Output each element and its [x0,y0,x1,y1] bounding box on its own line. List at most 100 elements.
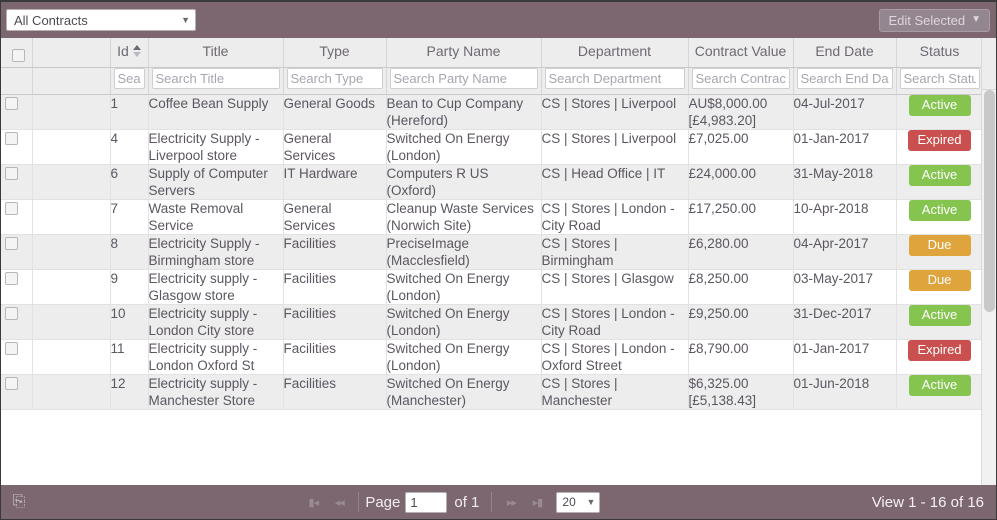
search-cell-title[interactable] [148,67,284,95]
row-title: Electricity supply - London City store [148,304,284,340]
row-checkbox-cell[interactable] [1,94,33,130]
contract-filter-select[interactable]: All Contracts ▼ [6,9,196,31]
status-badge: Expired [908,340,971,361]
row-status-cell: Due [896,234,984,270]
search-cell-id[interactable] [110,67,149,95]
previous-page-icon[interactable]: ◂◂ [326,491,352,513]
row-end-date: 10-Apr-2018 [793,199,897,235]
row-end-date: 01-Jun-2018 [793,374,897,410]
table-row[interactable]: 12 Electricity supply - Manchester Store F… [1,374,984,410]
header-contract-value[interactable]: Contract Value [688,38,794,68]
row-type: General Goods [283,94,387,130]
row-checkbox-cell[interactable] [1,374,33,410]
search-end-date-input[interactable] [796,68,893,89]
row-checkbox-cell[interactable] [1,164,33,200]
last-page-icon[interactable]: ▸▮ [524,491,550,513]
search-cell-contract-value[interactable] [688,67,794,95]
search-cell-status[interactable] [896,67,984,95]
page-size-select[interactable]: 20 ▼ [556,491,601,513]
row-department: CS | Head Office | IT [541,164,689,200]
status-badge: Active [908,200,971,221]
row-contract-value: £8,250.00 [688,269,794,305]
row-contract-value: £9,250.00 [688,304,794,340]
row-status-cell: Active [896,304,984,340]
sort-ascending-icon[interactable] [132,45,141,58]
search-status-input[interactable] [899,68,980,89]
row-title: Coffee Bean Supply [148,94,284,130]
search-cell-party[interactable] [386,67,542,95]
select-all-cell [1,38,32,67]
row-title: Electricity supply - London Oxford St [148,339,284,375]
row-checkbox-cell[interactable] [1,339,33,375]
search-cell-end-date[interactable] [793,67,897,95]
table-row[interactable]: 11 Electricity supply - London Oxford St F… [1,339,984,375]
header-id-cell: Id [111,38,148,61]
row-status-cell: Expired [896,129,984,165]
table-row[interactable]: 9 Electricity supply - Glasgow store Facil… [1,269,984,305]
row-end-date: 03-May-2017 [793,269,897,305]
header-end-date[interactable]: End Date [793,38,897,68]
search-cell-department[interactable] [541,67,689,95]
search-id-input[interactable] [113,68,145,89]
row-status-cell: Active [896,164,984,200]
header-title[interactable]: Title [148,38,284,68]
row-checkbox[interactable] [5,167,18,180]
header-id[interactable]: Id [110,38,149,68]
vertical-scrollbar[interactable] [981,38,996,485]
search-type-input[interactable] [286,68,383,89]
status-badge: Expired [908,130,971,151]
row-checkbox-cell[interactable] [1,269,33,305]
row-checkbox[interactable] [5,307,18,320]
row-checkbox-cell[interactable] [1,199,33,235]
search-title-input[interactable] [151,68,280,89]
header-select-all[interactable] [1,38,33,68]
scrollbar-thumb[interactable] [984,90,995,312]
table-row[interactable]: 10 Electricity supply - London City store… [1,304,984,340]
select-all-checkbox[interactable] [11,49,25,62]
row-checkbox[interactable] [5,97,18,110]
header-status[interactable]: Status [896,38,984,68]
row-checkbox-cell[interactable] [1,234,33,270]
header-type[interactable]: Type [283,38,387,68]
table-row[interactable]: 8 Electricity Supply - Birmingham store Fa… [1,234,984,270]
row-checkbox-cell[interactable] [1,129,33,165]
row-type: Facilities [283,234,387,270]
row-checkbox[interactable] [5,202,18,215]
search-cell-type[interactable] [283,67,387,95]
row-party-name: Switched On Energy (Manchester) [386,374,542,410]
row-type: Facilities [283,304,387,340]
row-checkbox[interactable] [5,342,18,355]
row-contract-value: £6,280.00 [688,234,794,270]
row-status-cell: Active [896,199,984,235]
row-party-name: Computers R US (Oxford) [386,164,542,200]
row-checkbox[interactable] [5,237,18,250]
row-checkbox[interactable] [5,132,18,145]
row-title: Electricity supply - Glasgow store [148,269,284,305]
first-page-icon[interactable]: ▮◂ [300,491,326,513]
next-page-icon[interactable]: ▸▸ [498,491,524,513]
header-department[interactable]: Department [541,38,689,68]
table-row[interactable]: 6 Supply of Computer Servers IT Hardware Co… [1,164,984,200]
page-number-input[interactable] [405,491,448,513]
row-department: CS | Stores | London - Oxford Street [541,339,689,375]
search-department-input[interactable] [544,68,685,89]
row-id: 10 [110,304,149,340]
page-size-value: 20 [562,495,576,509]
row-actions-cell [32,94,111,130]
row-checkbox[interactable] [5,272,18,285]
search-party-name-input[interactable] [389,68,538,89]
search-contract-value-input[interactable] [691,68,790,89]
header-id-label: Id [117,43,129,59]
edit-selected-button[interactable]: Edit Selected ▼ [879,8,990,32]
table-row[interactable]: 4 Electricity Supply - Liverpool store Gen… [1,129,984,165]
row-checkbox[interactable] [5,377,18,390]
row-title: Supply of Computer Servers [148,164,284,200]
pager-divider-left [358,492,360,512]
row-department: CS | Stores | Liverpool [541,94,689,130]
header-party-name[interactable]: Party Name [386,38,542,68]
table-row[interactable]: 7 Waste Removal Service General Services Cl… [1,199,984,235]
row-checkbox-cell[interactable] [1,304,33,340]
row-department: CS | Stores | Birmingham [541,234,689,270]
table-row[interactable]: 1 Coffee Bean Supply General Goods Bean to … [1,94,984,130]
refresh-icon[interactable]: ⎘ [9,492,29,512]
